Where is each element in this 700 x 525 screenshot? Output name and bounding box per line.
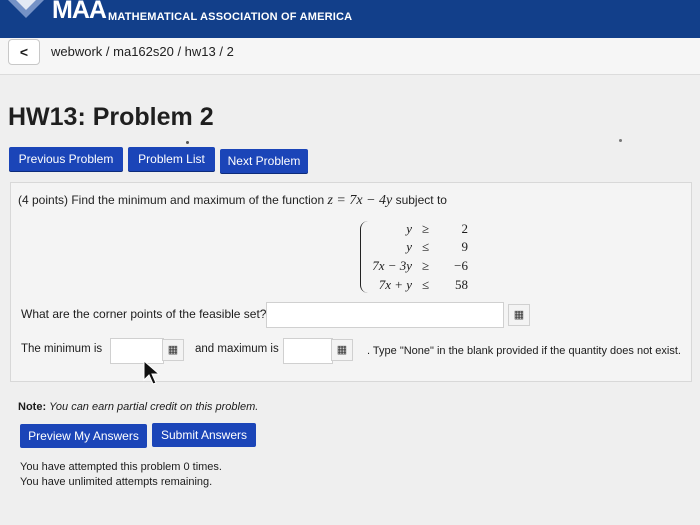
constraint-op: ≤ xyxy=(422,239,430,254)
equation-editor-icon[interactable]: ▦ xyxy=(162,339,184,361)
logo-text: MAA xyxy=(52,0,107,24)
next-problem-button[interactable]: Next Problem xyxy=(220,149,308,173)
equation-editor-icon[interactable]: ▦ xyxy=(331,339,353,361)
statement-prefix: (4 points) Find the minimum and maximum … xyxy=(18,193,328,207)
submit-answers-button[interactable]: Submit Answers xyxy=(152,423,256,447)
none-hint: . Type "None" in the blank provided if t… xyxy=(367,345,681,357)
org-name: MATHEMATICAL ASSOCIATION OF AMERICA xyxy=(108,11,353,23)
breadcrumb[interactable]: webwork / ma162s20 / hw13 / 2 xyxy=(51,44,234,59)
maximum-input[interactable] xyxy=(283,338,333,364)
constraint-rhs: 9 xyxy=(461,239,469,254)
breadcrumb-bar: < webwork / ma162s20 / hw13 / 2 xyxy=(0,38,700,75)
constraint-lhs: y xyxy=(406,221,412,236)
constraint-rhs: 2 xyxy=(461,221,469,236)
previous-problem-button[interactable]: Previous Problem xyxy=(9,147,123,171)
constraint-op: ≥ xyxy=(422,221,430,236)
site-header: MAA MATHEMATICAL ASSOCIATION OF AMERICA xyxy=(0,0,700,38)
chevron-left-icon: < xyxy=(19,44,29,60)
equation-editor-icon[interactable]: ▦ xyxy=(508,304,530,326)
constraint-system: y ≥ 2 y ≤ 9 7x − 3y ≥ −6 7x + y ≤ 58 xyxy=(360,221,470,293)
dot-mark xyxy=(186,141,189,144)
corner-points-question: What are the corner points of the feasib… xyxy=(21,307,267,321)
constraint-row: 7x + y ≤ 58 xyxy=(368,277,468,294)
attempts-info: You have attempted this problem 0 times.… xyxy=(20,460,222,490)
partial-credit-note: Note: You can earn partial credit on thi… xyxy=(18,401,258,413)
constraint-rhs: 58 xyxy=(455,277,468,292)
statement-suffix: subject to xyxy=(392,193,447,207)
objective-function: z = 7x − 4y xyxy=(327,193,393,208)
dot-mark xyxy=(619,139,622,142)
page-title: HW13: Problem 2 xyxy=(8,103,214,131)
maa-logo-icon xyxy=(8,0,44,18)
back-button[interactable]: < xyxy=(8,39,40,65)
constraint-op: ≥ xyxy=(422,258,430,273)
problem-statement: (4 points) Find the minimum and maximum … xyxy=(18,193,447,209)
constraint-op: ≤ xyxy=(422,277,430,292)
constraint-lhs: y xyxy=(406,239,412,254)
corner-points-input[interactable] xyxy=(266,302,504,328)
constraint-row: 7x − 3y ≥ −6 xyxy=(368,258,468,275)
constraint-lhs: 7x − 3y xyxy=(372,258,412,273)
minimum-label: The minimum is xyxy=(21,343,103,355)
note-text: You can earn partial credit on this prob… xyxy=(49,401,259,413)
maximum-label: and maximum is xyxy=(195,343,279,355)
preview-answers-button[interactable]: Preview My Answers xyxy=(20,424,147,448)
problem-list-button[interactable]: Problem List xyxy=(128,147,215,171)
constraint-rhs: −6 xyxy=(454,258,468,273)
constraint-lhs: 7x + y xyxy=(378,277,412,292)
mouse-pointer-icon xyxy=(143,360,161,385)
attempts-remaining: You have unlimited attempts remaining. xyxy=(20,476,213,488)
constraint-row: y ≤ 9 xyxy=(368,239,468,256)
note-label: Note: xyxy=(18,401,47,413)
attempts-count: You have attempted this problem 0 times. xyxy=(20,461,222,473)
constraint-row: y ≥ 2 xyxy=(368,221,468,238)
